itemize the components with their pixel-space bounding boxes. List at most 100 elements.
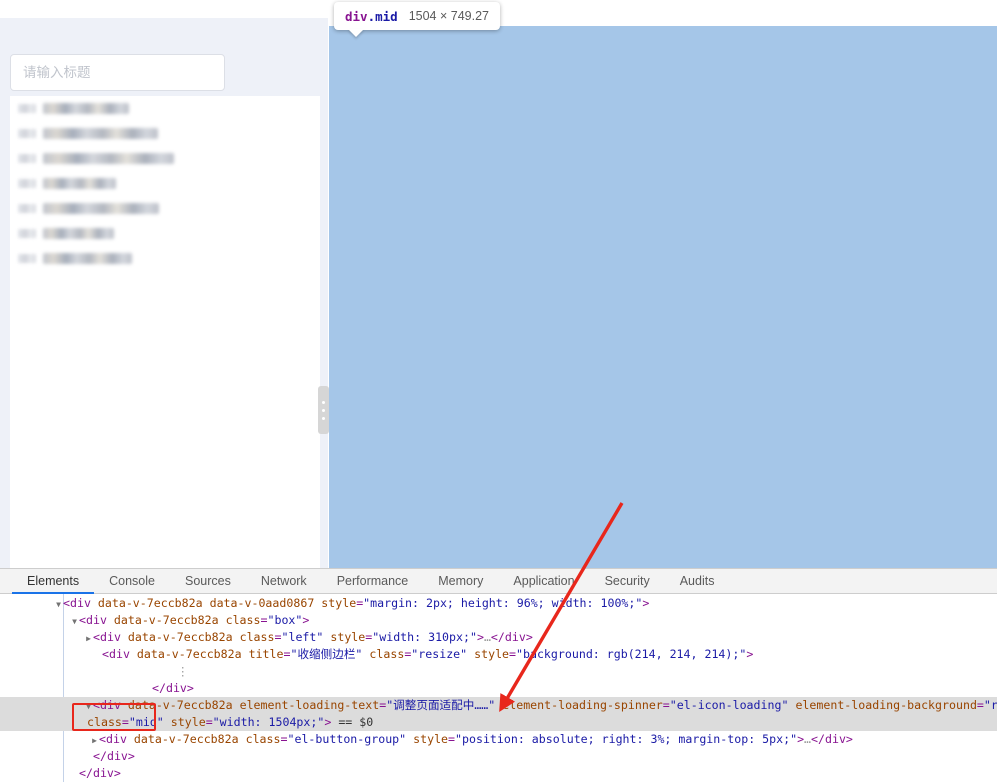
dom-token-at: class (240, 630, 275, 644)
tab-performance[interactable]: Performance (322, 569, 424, 593)
chevron-down-icon[interactable]: ▼ (84, 698, 93, 715)
list-item-label (43, 228, 114, 239)
tab-memory[interactable]: Memory (423, 569, 498, 593)
dom-token-av: "background: rgb(214, 214, 214);" (516, 647, 746, 661)
dom-token-at: data-v-7eccb82a (98, 596, 203, 610)
chevron-right-icon[interactable]: ▶ (90, 732, 99, 749)
dom-token-sp (130, 647, 137, 661)
dom-node[interactable]: </div> (0, 680, 997, 697)
list-item-label (43, 178, 116, 189)
dom-token-at: data-v-7eccb82a (128, 630, 233, 644)
dom-token-sp (233, 630, 240, 644)
list-item[interactable] (10, 96, 320, 121)
dom-token-dim: … (484, 630, 491, 644)
dom-token-pk: </div> (811, 732, 853, 746)
drag-dot-icon (322, 401, 325, 404)
dom-token-pk: = (509, 647, 516, 661)
dom-node[interactable]: ⋮ (0, 663, 997, 680)
list-item[interactable] (10, 221, 320, 246)
sidebar-collapse-handle[interactable] (318, 386, 329, 434)
dom-token-pk: = (448, 732, 455, 746)
dom-token-pk: </div> (152, 681, 194, 695)
dom-token-av: "left" (281, 630, 323, 644)
dom-token-at: element-loading-text (240, 698, 380, 712)
dom-token-at: title (249, 647, 284, 661)
drag-dot-icon (322, 417, 325, 420)
list-item-icon (18, 154, 36, 163)
dom-token-sp (91, 596, 98, 610)
chevron-down-icon[interactable]: ▼ (70, 613, 79, 630)
list-item-icon (18, 104, 36, 113)
dom-token-pk: <div (63, 596, 91, 610)
dom-node-selected[interactable]: class="mid" style="width: 1504px;"> == $… (0, 714, 997, 731)
dom-token-av: "margin: 2px; height: 96%; width: 100%;" (363, 596, 642, 610)
dom-token-pk: > (302, 613, 309, 627)
dom-token-pk: = (977, 698, 984, 712)
dom-token-dollar: == $0 (338, 715, 373, 729)
dom-token-av: "收缩侧边栏" (290, 647, 362, 661)
tab-security[interactable]: Security (590, 569, 665, 593)
dom-token-av: "resize" (411, 647, 467, 661)
dom-token-at: style (171, 715, 206, 729)
drag-dot-icon (322, 409, 325, 412)
dom-token-pk: <div (93, 698, 121, 712)
dom-token-pk: = (663, 698, 670, 712)
dom-token-pk: > (642, 596, 649, 610)
tab-elements[interactable]: Elements (12, 569, 94, 593)
left-sidebar-panel: 请输入标题 (0, 18, 328, 568)
dom-token-at: class (369, 647, 404, 661)
dom-token-sp (242, 647, 249, 661)
dom-token-pk: </div> (491, 630, 533, 644)
tooltip-class-selector: .mid (368, 9, 398, 24)
title-input[interactable]: 请输入标题 (10, 54, 225, 91)
devtools-tabbar: ElementsConsoleSourcesNetworkPerformance… (0, 569, 997, 594)
dom-node[interactable]: <div data-v-7eccb82a title="收缩侧边栏" class… (0, 646, 997, 663)
dom-node[interactable]: ▶<div data-v-7eccb82a class="left" style… (0, 629, 997, 646)
dom-token-at: data-v-7eccb82a (114, 613, 219, 627)
elements-dom-tree[interactable]: ▼<div data-v-7eccb82a data-v-0aad0867 st… (0, 594, 997, 782)
dom-token-at: style (330, 630, 365, 644)
list-item-label (43, 128, 158, 139)
dom-token-sp (121, 630, 128, 644)
tab-console[interactable]: Console (94, 569, 170, 593)
dom-token-at: data-v-7eccb82a (137, 647, 242, 661)
dom-node[interactable]: ▼<div data-v-7eccb82a class="box"> (0, 612, 997, 629)
sidebar-list (10, 96, 320, 568)
list-item[interactable] (10, 196, 320, 221)
tab-application[interactable]: Application (498, 569, 589, 593)
mid-element-highlight-overlay[interactable] (329, 26, 997, 568)
dom-node[interactable]: ▶<div data-v-7eccb82a class="el-button-g… (0, 731, 997, 748)
list-item[interactable] (10, 146, 320, 171)
dom-token-av: "调整页面适配中……" (386, 698, 495, 712)
chevron-down-icon[interactable]: ▼ (54, 596, 63, 613)
list-item[interactable] (10, 171, 320, 196)
list-item-icon (18, 254, 36, 263)
dom-token-at: element-loading-background (795, 698, 976, 712)
dom-token-av: "width: 310px;" (372, 630, 477, 644)
dom-token-pk: = (122, 715, 129, 729)
chevron-right-icon[interactable]: ▶ (84, 630, 93, 647)
dom-token-dim: … (804, 732, 811, 746)
list-item[interactable] (10, 246, 320, 271)
dom-node-selected[interactable]: ▼<div data-v-7eccb82a element-loading-te… (0, 697, 997, 714)
dom-node[interactable]: </div> (0, 748, 997, 765)
dom-token-pk: > (477, 630, 484, 644)
dom-node[interactable]: ▼<div data-v-7eccb82a data-v-0aad0867 st… (0, 595, 997, 612)
list-item[interactable] (10, 121, 320, 146)
tab-network[interactable]: Network (246, 569, 322, 593)
dom-token-pk: > (746, 647, 753, 661)
dom-token-pk: </div> (93, 749, 135, 763)
dom-token-at: data-v-7eccb82a (128, 698, 233, 712)
dom-token-sp (239, 732, 246, 746)
tab-sources[interactable]: Sources (170, 569, 246, 593)
dom-token-sp (203, 596, 210, 610)
dom-token-pk: <div (93, 630, 121, 644)
dom-token-pk: <div (79, 613, 107, 627)
dom-token-sp (121, 698, 128, 712)
list-item-label (43, 103, 129, 114)
dom-token-av: "el-button-group" (287, 732, 406, 746)
dom-token-at: class (87, 715, 122, 729)
dom-token-av: "el-icon-loading" (670, 698, 789, 712)
dom-node[interactable]: </div> (0, 765, 997, 782)
tab-audits[interactable]: Audits (665, 569, 730, 593)
